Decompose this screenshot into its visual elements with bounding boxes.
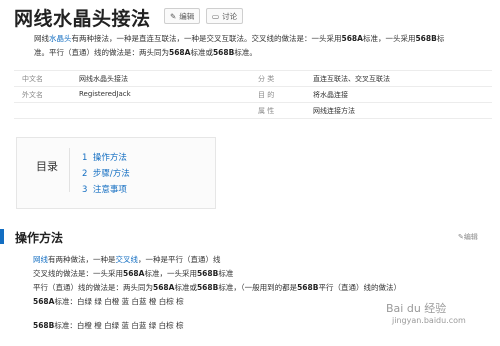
toc-title: 目录 bbox=[36, 160, 58, 173]
info-value-purpose: 将水晶连接 bbox=[313, 91, 348, 99]
page-title: 网线水晶头接法 bbox=[14, 8, 151, 30]
body-line-3: 平行（直通）线的做法是：两头同为568A标准或568B标准，（一般用到的都是56… bbox=[33, 283, 401, 292]
info-value-foreign-name: RegisteredJack bbox=[79, 90, 131, 98]
intro-line-2: 准。平行（直通）线的做法是：两头同为568A标准或568B标准。 bbox=[34, 48, 257, 57]
body-line-1: 网线有两种做法，一种是交叉线，一种是平行（直通）线 bbox=[33, 255, 221, 264]
discuss-button-label: 讨论 bbox=[222, 11, 238, 21]
info-key-foreign-name: 外文名 bbox=[22, 91, 43, 99]
section-edit-label: 编辑 bbox=[463, 233, 478, 241]
info-divider bbox=[14, 70, 492, 71]
pencil-icon: ✎ bbox=[170, 11, 177, 21]
watermark-logo: Bai du 经验 bbox=[386, 302, 447, 315]
intro-paragraph: 网线水晶头有两种接法，一种是直连互联法，一种是交叉互联法。交叉线的做法是：一头采… bbox=[34, 32, 488, 60]
toc-item-operation[interactable]: 1 操作方法 bbox=[82, 151, 127, 163]
body-line-2: 交叉线的做法是：一头采用568A标准，一头采用568B标准 bbox=[33, 269, 234, 278]
toc-item-label: 步骤/方法 bbox=[92, 169, 130, 179]
info-divider bbox=[14, 102, 492, 103]
info-key-purpose: 目 的 bbox=[258, 91, 275, 99]
toc-item-label: 操作方法 bbox=[92, 153, 127, 163]
toc-item-label: 注意事项 bbox=[92, 185, 127, 195]
body-line-4: 568A标准：白绿 绿 白橙 蓝 白蓝 橙 白棕 棕 bbox=[33, 297, 184, 306]
discuss-button[interactable]: ▭ 讨论 bbox=[206, 8, 244, 24]
info-value-category: 直连互联法、交叉互联法 bbox=[313, 75, 390, 83]
chat-icon: ▭ bbox=[212, 11, 220, 21]
toc-divider bbox=[69, 148, 70, 192]
section-accent-bar bbox=[0, 229, 4, 244]
toc-item-number: 1 bbox=[82, 153, 88, 163]
toc-item-notes[interactable]: 3 注意事项 bbox=[82, 183, 127, 195]
edit-button[interactable]: ✎ 编辑 bbox=[164, 8, 201, 24]
info-key-category: 分 类 bbox=[258, 75, 275, 83]
edit-button-label: 编辑 bbox=[179, 11, 195, 21]
toc-item-number: 3 bbox=[82, 185, 88, 195]
watermark-url: jingyan.baidu.com bbox=[392, 316, 466, 325]
info-divider bbox=[14, 86, 492, 87]
toc-item-steps[interactable]: 2 步骤/方法 bbox=[82, 167, 130, 179]
toc-item-number: 2 bbox=[82, 169, 88, 179]
info-key-attribute: 属 性 bbox=[258, 107, 275, 115]
body-line-5: 568B标准：白橙 橙 白绿 蓝 白蓝 绿 白棕 棕 bbox=[33, 321, 184, 330]
intro-line-1: 网线水晶头有两种接法，一种是直连互联法，一种是交叉互联法。交叉线的做法是：一头采… bbox=[34, 34, 445, 43]
section-title: 操作方法 bbox=[15, 231, 64, 245]
info-value-chinese-name: 网线水晶头接法 bbox=[79, 75, 128, 83]
info-value-attribute: 网线连接方法 bbox=[313, 107, 355, 115]
info-divider bbox=[14, 118, 492, 119]
section-edit-link[interactable]: ✎编辑 bbox=[458, 232, 478, 242]
info-key-chinese-name: 中文名 bbox=[22, 75, 43, 83]
